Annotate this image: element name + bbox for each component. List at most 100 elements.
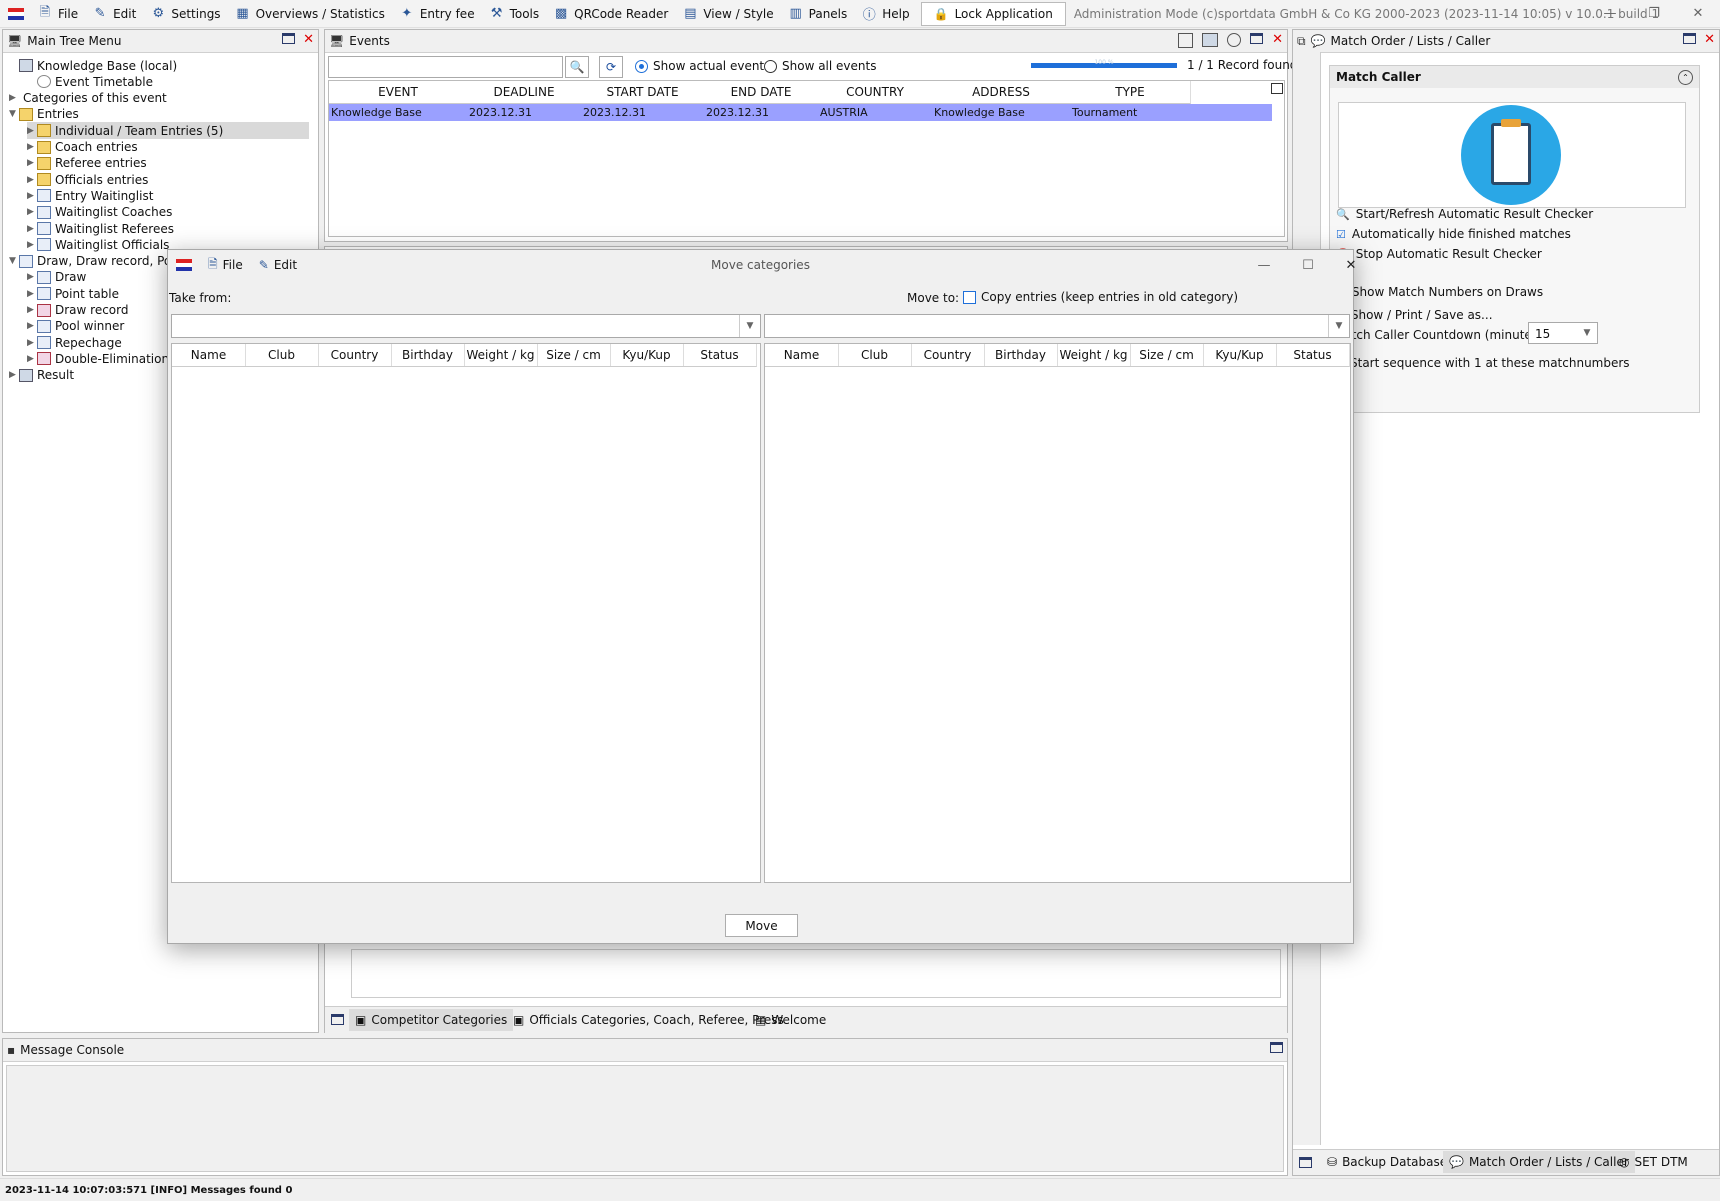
column-chooser-icon[interactable] <box>1271 83 1283 94</box>
tree-node[interactable]: ▶ Waitinglist Officials <box>27 236 169 253</box>
copy-icon[interactable]: ⧉ <box>1297 34 1306 49</box>
dialog-edit-menu[interactable]: ✎ Edit <box>259 258 297 272</box>
copy-entries-checkbox[interactable]: Copy entries (keep entries in old catego… <box>963 290 1238 304</box>
tree-node[interactable]: ▶ Draw record <box>27 302 129 319</box>
search-button[interactable]: 🔍 <box>565 56 589 78</box>
move-button[interactable]: Move <box>725 914 798 937</box>
tab-welcome[interactable]: ▤ Welcome <box>749 1009 832 1031</box>
menu-panels[interactable]: ▥ Panels <box>781 0 855 27</box>
sync-button[interactable]: ⟳ <box>599 56 623 78</box>
column-header[interactable]: Size / cm <box>1130 344 1204 367</box>
restore-button[interactable]: ❐ <box>1632 0 1676 27</box>
expander-icon[interactable]: ▶ <box>27 158 37 168</box>
expander-icon[interactable]: ▶ <box>27 224 37 234</box>
expander-icon[interactable]: ▶ <box>9 93 19 103</box>
caller-option[interactable]: ☑Show Match Numbers on Draws <box>1336 285 1543 299</box>
column-header[interactable]: Country <box>318 344 392 367</box>
expander-icon[interactable]: ▶ <box>27 354 37 364</box>
expander-icon[interactable]: ▶ <box>27 142 37 152</box>
tree-node[interactable]: ▶ Officials entries <box>27 171 148 188</box>
edit-icon[interactable] <box>1178 33 1194 48</box>
folder-icon[interactable] <box>1202 33 1219 47</box>
move-to-select[interactable]: ▼ <box>764 314 1350 338</box>
tree-node[interactable]: ▼ Entries <box>9 106 79 123</box>
tree-node[interactable]: ▼ Draw, Draw record, Poi <box>9 253 175 270</box>
menu-entry-fee[interactable]: ✦ Entry fee <box>392 0 482 27</box>
column-header[interactable]: Birthday <box>391 344 465 367</box>
menu-overviews-statistics[interactable]: ▦ Overviews / Statistics <box>228 0 392 27</box>
maximize-panel-icon[interactable] <box>1299 1157 1312 1168</box>
column-header[interactable]: START DATE <box>581 81 705 104</box>
column-header[interactable]: COUNTRY <box>818 81 933 104</box>
caller-option[interactable]: ☑ Automatically hide finished matches <box>1336 227 1571 241</box>
collapse-icon[interactable]: ⌃ <box>1678 70 1693 85</box>
tab-officials-categories-coach-referee-press[interactable]: ▣ Officials Categories, Coach, Referee, P… <box>507 1009 790 1031</box>
maximize-panel-icon[interactable] <box>1270 1042 1283 1053</box>
take-from-select[interactable]: ▼ <box>171 314 761 338</box>
column-header[interactable]: Status <box>683 344 757 367</box>
column-header[interactable]: Weight / kg <box>464 344 538 367</box>
column-header[interactable]: Birthday <box>984 344 1058 367</box>
menu-view-style[interactable]: ▤ View / Style <box>675 0 780 27</box>
menu-help[interactable]: ⓘ Help <box>854 0 916 27</box>
lock-application-button[interactable]: 🔒 Lock Application <box>920 1 1066 26</box>
column-header[interactable]: EVENT <box>329 81 468 104</box>
tree-node[interactable]: Event Timetable <box>27 73 153 90</box>
expander-icon[interactable]: ▶ <box>27 207 37 217</box>
close-window-button[interactable]: ✕ <box>1676 0 1720 27</box>
expander-icon[interactable]: ▼ <box>9 109 19 119</box>
tree-node[interactable]: ▶ Categories of this event <box>9 90 167 107</box>
minimize-button[interactable]: — <box>1588 0 1632 27</box>
tree-node[interactable]: ▶ Pool winner <box>27 318 124 335</box>
column-header[interactable]: Club <box>245 344 319 367</box>
column-header[interactable]: Country <box>911 344 985 367</box>
countdown-select[interactable]: 15 ▼ <box>1528 322 1598 344</box>
tab-competitor-categories[interactable]: ▣ Competitor Categories <box>349 1009 514 1031</box>
caller-option[interactable]: 🔍 Start/Refresh Automatic Result Checker <box>1336 207 1593 221</box>
close-panel-icon[interactable]: ✕ <box>303 33 314 46</box>
tree-node[interactable]: ▶ Individual / Team Entries (5) <box>27 122 309 140</box>
tree-node[interactable]: ▶ Entry Waitinglist <box>27 187 153 204</box>
show-actual-events-radio[interactable]: Show actual events <box>635 59 770 73</box>
dialog-close-button[interactable]: ✕ <box>1329 252 1373 279</box>
column-header[interactable]: Name <box>172 344 246 367</box>
tree-node[interactable]: Knowledge Base (local) <box>9 57 177 74</box>
column-header[interactable]: Club <box>838 344 912 367</box>
show-all-events-radio[interactable]: Show all events <box>764 59 876 73</box>
tree-node[interactable]: ▶ Draw <box>27 269 86 286</box>
maximize-panel-icon[interactable] <box>331 1014 344 1025</box>
tree-node[interactable]: ▶ Waitinglist Coaches <box>27 204 172 221</box>
menu-qrcode-reader[interactable]: ▩ QRCode Reader <box>546 0 675 27</box>
column-header[interactable]: Weight / kg <box>1057 344 1131 367</box>
expander-icon[interactable]: ▶ <box>27 321 37 331</box>
tree-node[interactable]: ▶ Point table <box>27 285 119 302</box>
expander-icon[interactable]: ▶ <box>27 305 37 315</box>
menu-tools[interactable]: ⚒ Tools <box>482 0 547 27</box>
maximize-panel-icon[interactable] <box>1250 33 1264 44</box>
close-panel-icon[interactable]: ✕ <box>1704 33 1715 46</box>
tree-node[interactable]: ▶ Double-Elimination <box>27 350 169 367</box>
tree-node[interactable]: ▶ Result <box>9 367 74 384</box>
dialog-minimize-button[interactable]: — <box>1242 252 1286 279</box>
column-header[interactable]: Kyu/Kup <box>1203 344 1277 367</box>
column-header[interactable]: Status <box>1276 344 1350 367</box>
dialog-maximize-button[interactable]: ☐ <box>1286 252 1330 279</box>
expander-icon[interactable]: ▶ <box>27 272 37 282</box>
sequence-option[interactable]: Start sequence with 1 at these matchnumb… <box>1334 356 1630 370</box>
expander-icon[interactable]: ▼ <box>9 256 19 266</box>
close-panel-icon[interactable]: ✕ <box>1272 33 1283 48</box>
column-header[interactable]: END DATE <box>704 81 819 104</box>
column-header[interactable]: DEADLINE <box>467 81 582 104</box>
menu-edit[interactable]: ✎ Edit <box>85 0 143 27</box>
column-header[interactable]: TYPE <box>1070 81 1191 104</box>
caller-option[interactable]: 🗎Show / Print / Save as... <box>1336 305 1493 324</box>
refresh-icon[interactable] <box>1227 33 1242 47</box>
menu-file[interactable]: 🗎 File <box>30 0 85 27</box>
tab-set-dtm[interactable]: ◎ SET DTM <box>1613 1151 1694 1173</box>
menu-settings[interactable]: ⚙ Settings <box>143 0 227 27</box>
expander-icon[interactable]: ▶ <box>27 126 37 136</box>
expander-icon[interactable]: ▶ <box>27 240 37 250</box>
expander-icon[interactable]: ▶ <box>27 191 37 201</box>
tree-node[interactable]: ▶ Waitinglist Referees <box>27 220 174 237</box>
column-header[interactable]: Size / cm <box>537 344 611 367</box>
